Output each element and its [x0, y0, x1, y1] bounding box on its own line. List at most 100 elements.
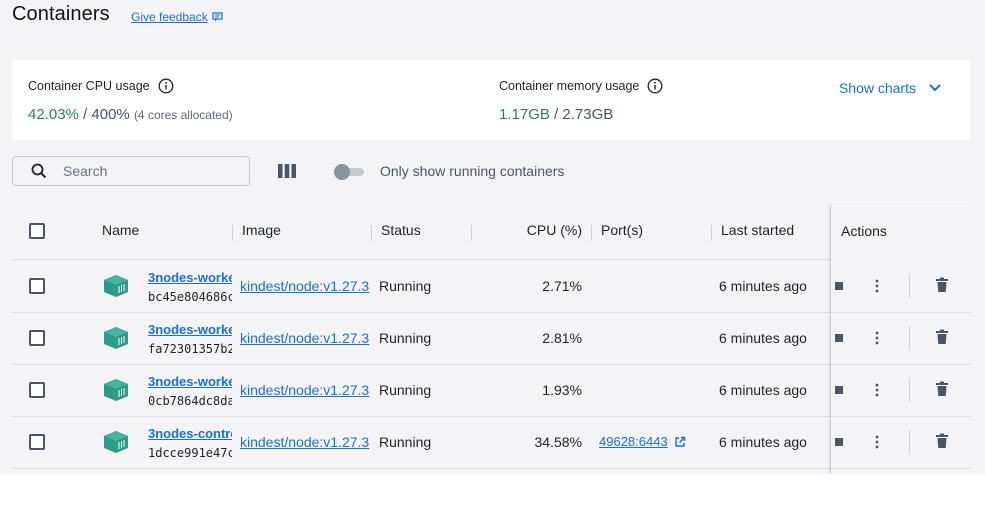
last-started-value: 6 minutes ago [719, 434, 807, 450]
container-id: 1dcce991e47c [148, 446, 232, 460]
running-only-toggle[interactable] [334, 163, 364, 181]
container-icon [104, 327, 128, 349]
container-id: 0cb7864dc8da [148, 394, 232, 408]
more-vertical-icon[interactable] [869, 381, 885, 399]
containers-page: Containers Give feedback Container CPU u… [0, 0, 985, 474]
running-only-label: Only show running containers [380, 163, 565, 179]
trash-icon[interactable] [935, 277, 949, 293]
info-icon[interactable] [158, 78, 174, 94]
more-vertical-icon[interactable] [869, 277, 885, 295]
search-icon [31, 163, 47, 179]
cpu-usage-value: 42.03% / 400% (4 cores allocated) [28, 106, 233, 123]
actions-column: Actions [830, 205, 971, 474]
cpu-used: 42.03% [28, 106, 79, 123]
last-started-value: 6 minutes ago [719, 278, 807, 294]
memory-used: 1.17GB [499, 106, 550, 123]
give-feedback-label: Give feedback [131, 10, 208, 24]
more-vertical-icon[interactable] [869, 329, 885, 347]
container-name-link[interactable]: 3nodes-worker3 [148, 374, 232, 389]
cpu-value: 34.58% [534, 434, 582, 450]
last-started-value: 6 minutes ago [719, 382, 807, 398]
status-text: Running [379, 382, 432, 398]
feedback-icon [212, 12, 223, 22]
action-divider [909, 326, 910, 350]
image-link[interactable]: kindest/node:v1.27.3 [240, 382, 372, 398]
trash-icon[interactable] [935, 329, 949, 345]
table-row[interactable]: 3nodes-worker3 0cb7864dc8da kindest/node… [12, 364, 970, 417]
chevron-down-icon [929, 84, 941, 92]
cpu-value: 1.93% [542, 382, 582, 398]
memory-usage-value: 1.17GB / 2.73GB [499, 106, 613, 123]
trash-icon[interactable] [935, 433, 949, 449]
containers-table: Name Image Status CPU (%) Port(s) Last s… [12, 205, 971, 474]
column-header-image[interactable]: Image [242, 222, 281, 238]
container-name-link[interactable]: 3nodes-worker [148, 270, 232, 285]
column-header-last-started[interactable]: Last started [721, 222, 794, 238]
image-link[interactable]: kindest/node:v1.27.3 [240, 330, 372, 346]
column-divider [591, 225, 592, 241]
row-checkbox[interactable] [29, 278, 45, 294]
status-text: Running [379, 278, 432, 294]
action-divider [909, 430, 910, 454]
stop-icon[interactable] [835, 386, 843, 394]
table-row[interactable]: 3nodes-control-plane 1dcce991e47c kindes… [12, 416, 970, 469]
action-divider [909, 378, 910, 402]
cpu-sep: / [78, 106, 92, 123]
cpu-value: 2.71% [542, 278, 582, 294]
stop-icon[interactable] [835, 282, 843, 290]
cpu-usage-label: Container CPU usage [28, 79, 150, 93]
row-actions [831, 364, 971, 417]
column-header-ports[interactable]: Port(s) [601, 222, 643, 238]
resource-usage-panel: Container CPU usage 42.03% / 400% (4 cor… [12, 60, 970, 140]
page-title: Containers [12, 3, 110, 25]
image-link[interactable]: kindest/node:v1.27.3 [240, 278, 372, 294]
show-charts-button[interactable]: Show charts [839, 80, 942, 96]
table-row[interactable]: 3nodes-worker2 fa72301357b2 kindest/node… [12, 312, 970, 365]
port-value: 49628:6443 [599, 434, 668, 449]
info-icon[interactable] [647, 78, 663, 94]
more-vertical-icon[interactable] [869, 433, 885, 451]
status-text: Running [379, 434, 432, 450]
container-id: fa72301357b2 [148, 342, 232, 356]
cpu-value: 2.81% [542, 330, 582, 346]
row-actions [831, 312, 971, 365]
container-icon [104, 431, 128, 453]
action-divider [909, 274, 910, 298]
select-all-checkbox[interactable] [29, 223, 45, 239]
port-link[interactable]: 49628:6443 [599, 434, 686, 449]
container-id: bc45e804686c [148, 290, 232, 304]
container-name-link[interactable]: 3nodes-worker2 [148, 322, 232, 337]
columns-icon[interactable] [276, 162, 298, 180]
column-header-cpu[interactable]: CPU (%) [492, 222, 582, 238]
cpu-cores-note: (4 cores allocated) [133, 108, 233, 122]
trash-icon[interactable] [935, 381, 949, 397]
memory-usage-label: Container memory usage [499, 79, 640, 93]
column-divider [711, 225, 712, 241]
container-icon [104, 379, 128, 401]
table-row[interactable]: 3nodes-worker bc45e804686c kindest/node:… [12, 260, 970, 313]
memory-total: 2.73GB [562, 106, 614, 123]
row-checkbox[interactable] [29, 330, 45, 346]
column-divider [471, 225, 472, 241]
column-divider [232, 225, 233, 241]
stop-icon[interactable] [835, 438, 843, 446]
column-header-name[interactable]: Name [102, 222, 139, 238]
last-started-value: 6 minutes ago [719, 330, 807, 346]
row-actions [831, 416, 971, 469]
column-header-status[interactable]: Status [381, 222, 421, 238]
external-link-icon [674, 436, 685, 447]
status-text: Running [379, 330, 432, 346]
column-header-actions: Actions [841, 223, 887, 239]
column-divider [371, 225, 372, 241]
give-feedback-link[interactable]: Give feedback [131, 10, 224, 24]
search-box[interactable] [12, 156, 250, 186]
container-name-link[interactable]: 3nodes-control-plane [148, 426, 232, 441]
search-input[interactable] [61, 162, 235, 180]
stop-icon[interactable] [835, 334, 843, 342]
show-charts-label: Show charts [838, 80, 916, 96]
row-checkbox[interactable] [29, 434, 45, 450]
memory-sep: / [549, 106, 563, 123]
image-link[interactable]: kindest/node:v1.27.3 [240, 434, 372, 450]
row-checkbox[interactable] [29, 382, 45, 398]
row-actions [831, 260, 971, 313]
